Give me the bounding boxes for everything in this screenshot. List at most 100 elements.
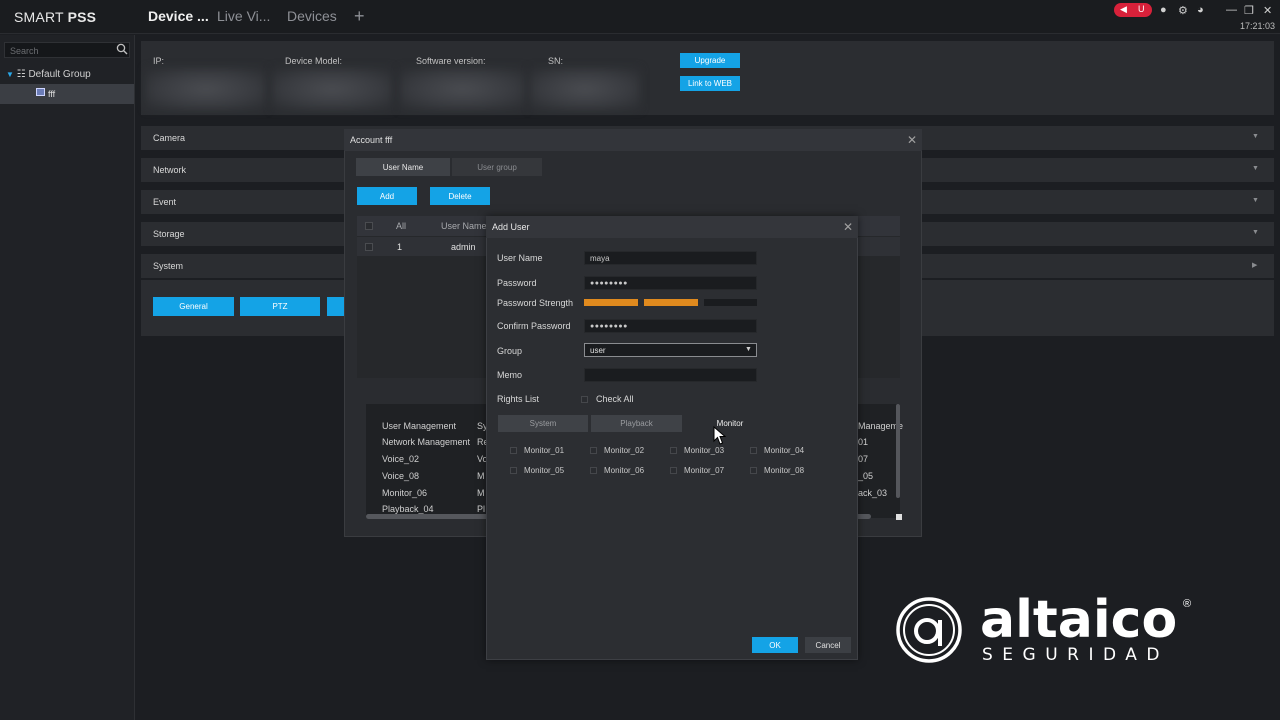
restore-icon[interactable]: ❐ — [1244, 4, 1254, 17]
delete-user-button[interactable]: Delete — [430, 187, 490, 205]
monitor-checkbox[interactable] — [670, 447, 677, 454]
chevron-right-icon[interactable]: ▶ — [1252, 261, 1257, 269]
strength-segment — [704, 299, 757, 306]
rights-item: User Management — [382, 421, 457, 431]
chevron-down-icon[interactable]: ▼ — [745, 346, 752, 353]
account-dialog-title: Account fff — [350, 135, 393, 145]
monitor-label: Monitor_02 — [604, 446, 645, 455]
row-username: admin — [451, 242, 476, 252]
password-field[interactable]: ●●●●●●●● — [584, 276, 757, 290]
rights-tab-monitor[interactable]: Monitor — [685, 415, 775, 432]
section-camera-label: Camera — [153, 133, 186, 143]
monitor-checkbox[interactable] — [590, 467, 597, 474]
close-icon[interactable]: ✕ — [907, 133, 917, 147]
memo-field[interactable] — [584, 368, 757, 382]
row-index: 1 — [397, 242, 403, 252]
dashboard-icon[interactable]: ◕ — [1197, 4, 1204, 16]
password-strength-label: Password Strength — [497, 298, 574, 308]
rights-item: Pl — [477, 504, 486, 514]
add-user-dialog-header — [486, 216, 858, 238]
ptz-button[interactable]: PTZ — [240, 297, 320, 316]
section-storage-label: Storage — [153, 229, 185, 239]
tree-group-default[interactable]: ▼ ☷ Default Group — [6, 69, 91, 80]
sn-label: SN: — [548, 56, 564, 66]
tree-device-fff[interactable] — [0, 84, 134, 104]
software-version-label: Software version: — [416, 56, 486, 66]
tab-devices[interactable]: Devices — [287, 8, 337, 24]
rights-item: 07 — [858, 454, 869, 464]
add-tab-button[interactable]: + — [354, 6, 365, 27]
blurred-model — [272, 68, 392, 110]
rights-list-label: Rights List — [497, 394, 540, 404]
registered-mark: ® — [1183, 598, 1192, 610]
altaico-logo-text: altaico — [980, 590, 1178, 650]
confirm-password-label: Confirm Password — [497, 321, 571, 331]
check-all-checkbox[interactable] — [581, 396, 588, 403]
username-field[interactable]: maya — [584, 251, 757, 265]
monitor-checkbox[interactable] — [750, 467, 757, 474]
monitor-checkbox[interactable] — [750, 447, 757, 454]
alarm-indicator[interactable]: ◀ U — [1114, 3, 1152, 17]
confirm-password-field[interactable]: ●●●●●●●● — [584, 319, 757, 333]
rights-tab-playback[interactable]: Playback — [591, 415, 682, 432]
rights-item: M — [477, 488, 485, 498]
add-user-button[interactable]: Add — [357, 187, 417, 205]
vertical-scrollbar[interactable] — [896, 404, 900, 498]
rights-item: ack_03 — [858, 488, 888, 498]
system-more-button[interactable] — [327, 297, 345, 316]
monitor-label: Monitor_01 — [524, 446, 565, 455]
chevron-down-icon[interactable]: ▼ — [1252, 133, 1259, 140]
monitor-checkbox[interactable] — [670, 467, 677, 474]
user-icon[interactable]: ● — [1160, 4, 1167, 16]
check-all-label: Check All — [596, 394, 634, 404]
search-icon[interactable] — [116, 43, 128, 55]
rights-tab-system[interactable]: System — [498, 415, 588, 432]
cancel-button[interactable]: Cancel — [805, 637, 851, 653]
rights-item: Monitor_06 — [382, 488, 428, 498]
minimize-icon[interactable]: — — [1226, 4, 1237, 16]
group-select[interactable]: user — [584, 343, 757, 357]
rights-item: Voice_08 — [382, 471, 420, 481]
rights-item: Network Management — [382, 437, 471, 447]
monitor-checkbox[interactable] — [590, 447, 597, 454]
link-to-web-button[interactable]: Link to WEB — [680, 76, 740, 91]
section-system-label: System — [153, 261, 184, 271]
memo-label: Memo — [497, 370, 523, 380]
monitor-checkbox[interactable] — [510, 467, 517, 474]
rights-item: 01 — [858, 437, 869, 447]
section-network-label: Network — [153, 165, 187, 175]
search-input[interactable]: Search — [10, 46, 39, 56]
strength-segment — [644, 299, 698, 306]
altaico-logo-subtitle: SEGURIDAD — [982, 645, 1169, 665]
row-checkbox[interactable] — [365, 243, 373, 251]
ip-label: IP: — [153, 56, 165, 66]
lock-icon: U — [1138, 4, 1145, 14]
gear-icon[interactable]: ⚙ — [1178, 4, 1188, 17]
password-label: Password — [497, 278, 537, 288]
username-label: User Name — [497, 253, 543, 263]
close-icon[interactable]: ✕ — [1263, 4, 1272, 17]
chevron-down-icon[interactable]: ▼ — [1252, 165, 1259, 172]
blurred-software — [400, 68, 525, 110]
select-all-checkbox[interactable] — [365, 222, 373, 230]
app-title: SMART PSS — [14, 9, 97, 25]
monitor-checkbox[interactable] — [510, 447, 517, 454]
chevron-down-icon[interactable]: ▼ — [1252, 197, 1259, 204]
close-icon[interactable]: ✕ — [843, 220, 853, 234]
general-button[interactable]: General — [153, 297, 234, 316]
device-tree-panel — [0, 35, 135, 720]
tab-user-group[interactable]: User group — [452, 158, 542, 176]
tab-device-config[interactable]: Device ... — [148, 8, 209, 24]
monitor-label: Monitor_06 — [604, 466, 645, 475]
tab-live-view[interactable]: Live Vi... — [217, 8, 270, 24]
tab-user-name[interactable]: User Name — [356, 158, 450, 176]
ok-button[interactable]: OK — [752, 637, 798, 653]
device-model-label: Device Model: — [285, 56, 343, 66]
section-event-label: Event — [153, 197, 177, 207]
expand-arrow-icon[interactable]: ▼ — [6, 70, 14, 79]
chevron-down-icon[interactable]: ▼ — [1252, 229, 1259, 236]
upgrade-button[interactable]: Upgrade — [680, 53, 740, 68]
blurred-sn — [530, 68, 640, 110]
group-icon: ☷ — [16, 69, 26, 80]
rights-item: _05 — [858, 471, 874, 481]
